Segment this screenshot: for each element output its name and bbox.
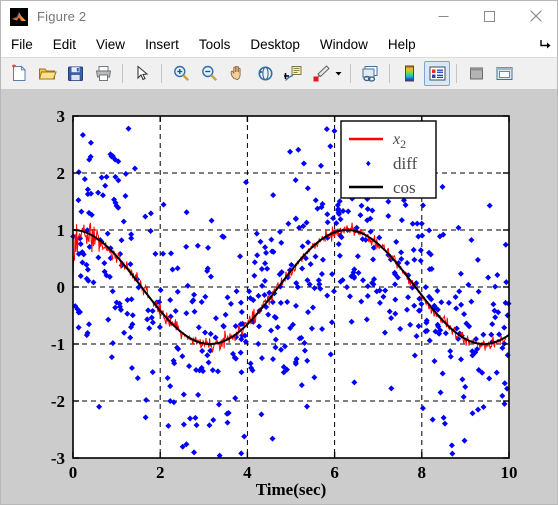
legend-label-cos: cos xyxy=(393,178,416,197)
svg-text:4: 4 xyxy=(243,463,252,482)
pan-hand-icon[interactable] xyxy=(224,61,250,86)
new-figure-icon[interactable] xyxy=(6,61,32,86)
open-file-icon[interactable] xyxy=(34,61,60,86)
toolbar-separator xyxy=(161,64,162,83)
show-plot-tools-icon[interactable] xyxy=(491,61,517,86)
matlab-logo-icon xyxy=(10,7,28,26)
close-button[interactable] xyxy=(513,1,557,31)
svg-text:6: 6 xyxy=(330,463,339,482)
minimize-button[interactable] xyxy=(421,1,466,31)
menu-item-view[interactable]: View xyxy=(86,34,135,56)
svg-text:2: 2 xyxy=(57,164,66,183)
svg-text:0: 0 xyxy=(69,463,78,482)
overflow-arrow-icon[interactable] xyxy=(539,37,553,51)
menu-item-tools[interactable]: Tools xyxy=(189,34,241,56)
zoom-out-icon[interactable] xyxy=(196,61,222,86)
svg-text:8: 8 xyxy=(418,463,427,482)
svg-text:-3: -3 xyxy=(51,449,65,468)
zoom-in-icon[interactable] xyxy=(168,61,194,86)
toolbar-separator xyxy=(456,64,457,83)
svg-text:0: 0 xyxy=(57,278,66,297)
svg-text:10: 10 xyxy=(501,463,518,482)
svg-text:3: 3 xyxy=(57,107,66,126)
menu-item-edit[interactable]: Edit xyxy=(43,34,86,56)
title-bar: Figure 2 xyxy=(1,1,557,32)
menu-bar: File Edit View Insert Tools Desktop Wind… xyxy=(1,32,557,57)
menu-item-file[interactable]: File xyxy=(1,34,43,56)
toolbar xyxy=(1,57,557,90)
hide-plot-tools-icon[interactable] xyxy=(463,61,489,86)
toolbar-separator xyxy=(389,64,390,83)
brush-dropdown-caret-icon[interactable] xyxy=(333,62,343,86)
brush-data-icon[interactable] xyxy=(308,61,334,86)
data-cursor-icon[interactable] xyxy=(280,61,306,86)
toolbar-separator xyxy=(122,64,123,83)
menu-item-desktop[interactable]: Desktop xyxy=(240,34,310,56)
pointer-select-icon[interactable] xyxy=(129,61,155,86)
toolbar-separator xyxy=(350,64,351,83)
legend-icon[interactable] xyxy=(424,61,450,86)
plot-legend[interactable]: x2 diff cos xyxy=(340,120,437,199)
menu-item-help[interactable]: Help xyxy=(378,34,426,56)
svg-text:2: 2 xyxy=(156,463,165,482)
save-figure-icon[interactable] xyxy=(62,61,88,86)
legend-label-diff: diff xyxy=(393,154,418,173)
maximize-button[interactable] xyxy=(467,1,512,31)
figure-window: Figure 2 File Edit View Insert Tools Des… xyxy=(0,0,558,505)
menu-item-window[interactable]: Window xyxy=(310,34,378,56)
svg-text:-2: -2 xyxy=(51,392,65,411)
svg-text:1: 1 xyxy=(57,221,66,240)
window-title: Figure 2 xyxy=(37,9,87,24)
menu-item-insert[interactable]: Insert xyxy=(135,34,189,56)
x-axis-label: Time(sec) xyxy=(256,480,327,499)
link-plot-icon[interactable] xyxy=(357,61,383,86)
figure-canvas[interactable]: 0 2 4 6 8 10 -3 -2 -1 0 1 2 3 Time(sec) x2 diff cos xyxy=(1,89,557,504)
svg-text:-1: -1 xyxy=(51,335,65,354)
rotate-3d-icon[interactable] xyxy=(252,61,278,86)
colorbar-icon[interactable] xyxy=(396,61,422,86)
print-figure-icon[interactable] xyxy=(90,61,116,86)
matlab-axes[interactable]: 0 2 4 6 8 10 -3 -2 -1 0 1 2 3 Time(sec) x2 diff cos xyxy=(1,89,557,504)
